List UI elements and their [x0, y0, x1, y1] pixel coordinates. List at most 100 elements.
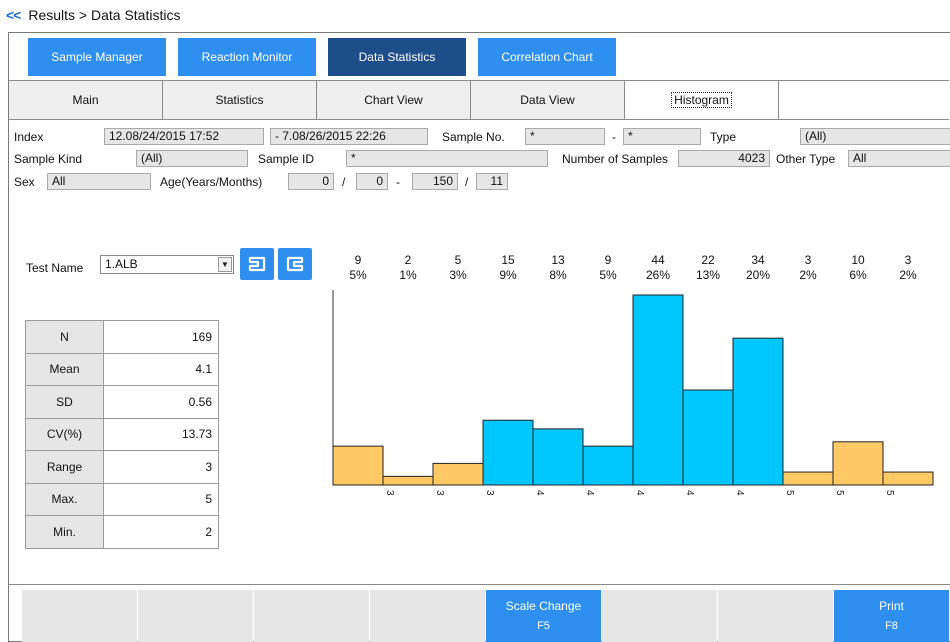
- sample-kind-label: Sample Kind: [14, 152, 83, 166]
- age-slash: /: [342, 175, 346, 189]
- bar-count-label: 10: [851, 253, 865, 267]
- breadcrumb: << Results > Data Statistics: [6, 5, 180, 25]
- age-from-years-field[interactable]: 0: [288, 173, 334, 190]
- bar-percent-label: 3%: [449, 268, 467, 282]
- table-row: Range 3: [25, 450, 219, 484]
- bar-count-label: 2: [405, 253, 412, 267]
- breadcrumb-text: Results > Data Statistics: [28, 7, 181, 23]
- x-tick-label: 5: [884, 490, 895, 496]
- tab-sample-manager[interactable]: Sample Manager: [28, 38, 166, 76]
- test-name-label: Test Name: [26, 261, 84, 275]
- histogram-bar: [682, 389, 734, 486]
- print-button[interactable]: Print F8: [834, 590, 949, 642]
- other-type-field[interactable]: All: [848, 150, 950, 167]
- stat-value: 3: [103, 450, 219, 484]
- stat-key: Mean: [25, 352, 104, 386]
- tab-data-statistics[interactable]: Data Statistics: [328, 38, 466, 76]
- tab-correlation-chart[interactable]: Correlation Chart: [478, 38, 616, 76]
- test-name-value: 1.ALB: [105, 257, 138, 271]
- table-row: Mean 4.1: [25, 352, 219, 386]
- age-to-years-field[interactable]: 150: [412, 173, 458, 190]
- fkey-2: [138, 590, 253, 642]
- age-slash: /: [465, 175, 469, 189]
- chevron-down-icon[interactable]: ▼: [218, 257, 232, 272]
- bar-percent-label: 1%: [399, 268, 417, 282]
- bar-percent-label: 9%: [499, 268, 517, 282]
- table-row: SD 0.56: [25, 385, 219, 419]
- tab-reaction-monitor[interactable]: Reaction Monitor: [178, 38, 316, 76]
- histogram-bar: [432, 462, 484, 486]
- type-field[interactable]: (All): [800, 128, 950, 145]
- fkey-1: [22, 590, 137, 642]
- fkey-shortcut: F5: [537, 620, 550, 632]
- top-tab-bar: Sample Manager Reaction Monitor Data Sta…: [28, 38, 628, 76]
- histogram-bar: [832, 441, 884, 486]
- subtab-histogram[interactable]: Histogram: [625, 81, 779, 119]
- sex-label: Sex: [14, 175, 35, 189]
- num-samples-label: Number of Samples: [562, 152, 669, 166]
- index-from-field[interactable]: 12.08/24/2015 17:52: [104, 128, 264, 145]
- test-name-select[interactable]: 1.ALB ▼: [100, 255, 234, 274]
- right-pointer-icon: [286, 256, 304, 272]
- age-dash: -: [396, 175, 400, 189]
- subtab-label: Main: [72, 93, 99, 107]
- stat-value: 5: [103, 482, 219, 516]
- bar-count-label: 44: [651, 253, 665, 267]
- bar-count-label: 5: [455, 253, 462, 267]
- histogram-bar: [632, 294, 684, 486]
- stat-value: 0.56: [103, 385, 219, 419]
- tab-label: Correlation Chart: [501, 50, 593, 64]
- bar-percent-label: 5%: [599, 268, 617, 282]
- table-row: Max. 5: [25, 482, 219, 516]
- bar-count-label: 9: [355, 253, 362, 267]
- stat-key: CV(%): [25, 417, 104, 451]
- scale-change-button[interactable]: Scale Change F5: [486, 590, 601, 642]
- back-icon[interactable]: <<: [6, 7, 21, 23]
- sample-id-label: Sample ID: [258, 152, 315, 166]
- bar-count-label: 9: [605, 253, 612, 267]
- age-from-months-field[interactable]: 0: [356, 173, 388, 190]
- bar-percent-label: 8%: [549, 268, 567, 282]
- sample-no-to-field[interactable]: *: [623, 128, 701, 145]
- sample-no-dash: -: [612, 130, 616, 144]
- x-tick-label: 3: [384, 490, 395, 496]
- x-tick-label: 3: [484, 490, 495, 496]
- sample-no-from-field[interactable]: *: [525, 128, 605, 145]
- stat-key: Max.: [25, 482, 104, 516]
- sex-field[interactable]: All: [47, 173, 151, 190]
- stat-value: 2: [103, 515, 219, 549]
- stat-key: N: [25, 320, 104, 354]
- subtab-main[interactable]: Main: [9, 81, 163, 119]
- footer-divider: [9, 584, 950, 585]
- bar-count-label: 15: [501, 253, 515, 267]
- bar-percent-label: 6%: [849, 268, 867, 282]
- type-label: Type: [710, 130, 737, 144]
- histogram-bar: [482, 419, 534, 486]
- subtab-statistics[interactable]: Statistics: [163, 81, 317, 119]
- sample-kind-field[interactable]: (All): [136, 150, 248, 167]
- bar-count-label: 3: [905, 253, 912, 267]
- subtab-data-view[interactable]: Data View: [471, 81, 625, 119]
- subtab-chart-view[interactable]: Chart View: [317, 81, 471, 119]
- stat-value: 13.73: [103, 417, 219, 451]
- stat-key: SD: [25, 385, 104, 419]
- stat-value: 169: [103, 320, 219, 354]
- x-tick-label: 5: [834, 490, 845, 496]
- histogram-bar: [532, 428, 584, 486]
- x-tick-label: 4: [684, 490, 695, 496]
- left-pointer-button[interactable]: [240, 248, 274, 280]
- bar-percent-label: 13%: [696, 268, 720, 282]
- right-pointer-button[interactable]: [278, 248, 312, 280]
- age-to-months-field[interactable]: 11: [476, 173, 508, 190]
- stats-table: N 169 Mean 4.1 SD 0.56 CV(%) 13.73 Range 3 Ma…: [25, 320, 219, 549]
- histogram-bar: [332, 445, 384, 486]
- fkey-shortcut: F8: [885, 620, 898, 632]
- bar-percent-label: 5%: [349, 268, 367, 282]
- stat-key: Min.: [25, 515, 104, 549]
- table-row: Min. 2: [25, 515, 219, 549]
- bar-percent-label: 26%: [646, 268, 670, 282]
- subtab-label: Data View: [520, 93, 575, 107]
- index-to-field[interactable]: - 7.08/26/2015 22:26: [270, 128, 428, 145]
- age-label: Age(Years/Months): [160, 175, 263, 189]
- sample-id-field[interactable]: *: [346, 150, 548, 167]
